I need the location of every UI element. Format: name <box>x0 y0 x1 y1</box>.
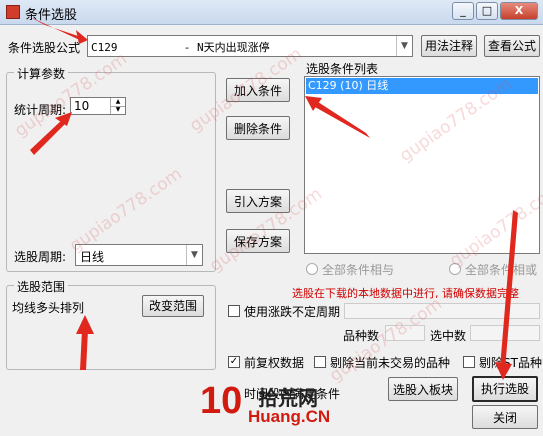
cycle-select[interactable]: 日线 ▼ <box>75 244 203 266</box>
range-value: 均线多头排列 <box>12 301 85 315</box>
change-range-button[interactable]: 改变范围 <box>142 295 204 317</box>
title-bar: 条件选股 _ □ X <box>0 0 543 25</box>
params-group-title: 计算参数 <box>14 65 69 82</box>
or-label: 全部条件相或 <box>465 263 538 277</box>
condition-list-label: 选股条件列表 <box>306 62 379 76</box>
exclude-untraded-checkbox[interactable] <box>314 356 326 368</box>
formula-select[interactable]: C129 - N天内出现涨停 ▼ <box>87 35 413 57</box>
selected-label: 选中数 <box>430 329 467 343</box>
app-icon <box>6 5 20 19</box>
and-radio[interactable] <box>306 263 318 275</box>
notice-text: 选股在下载的本地数据中进行, 请确保数据完整 <box>292 287 519 300</box>
execute-button[interactable]: 执行选股 <box>472 376 538 402</box>
adjusted-checkbox[interactable]: ✓ <box>228 356 240 368</box>
close-button[interactable]: 关闭 <box>472 405 538 429</box>
delete-condition-button[interactable]: 删除条件 <box>226 116 290 140</box>
minimize-button[interactable]: _ <box>452 2 474 20</box>
maximize-button[interactable]: □ <box>476 2 498 20</box>
and-label: 全部条件相与 <box>322 263 395 277</box>
site-logo: 10 拾荒网 Huang.CN <box>200 380 350 432</box>
usage-notes-button[interactable]: 用法注释 <box>421 35 477 57</box>
view-formula-button[interactable]: 查看公式 <box>484 35 540 57</box>
indefinite-label: 使用涨跌不定周期 <box>244 305 341 319</box>
chevron-down-icon[interactable]: ▼ <box>396 36 412 56</box>
window-title: 条件选股 <box>25 8 78 23</box>
chevron-down-icon[interactable]: ▼ <box>186 245 202 265</box>
range-group-title: 选股范围 <box>14 278 69 295</box>
logo-number: 10 <box>200 380 243 422</box>
to-block-button[interactable]: 选股入板块 <box>388 377 458 401</box>
exclude-st-checkbox[interactable] <box>463 356 475 368</box>
close-window-button[interactable]: X <box>500 2 538 20</box>
indefinite-checkbox[interactable] <box>228 305 240 317</box>
logo-url: Huang.CN <box>248 407 331 426</box>
spin-down-icon[interactable]: ▼ <box>110 106 125 114</box>
exclude-st-label: 剔除ST品种 <box>479 356 542 370</box>
selected-count <box>470 325 540 341</box>
cycle-label: 选股周期: <box>14 250 67 264</box>
formula-label: 条件选股公式 <box>8 41 81 55</box>
adjusted-label: 前复权数据 <box>244 356 305 370</box>
